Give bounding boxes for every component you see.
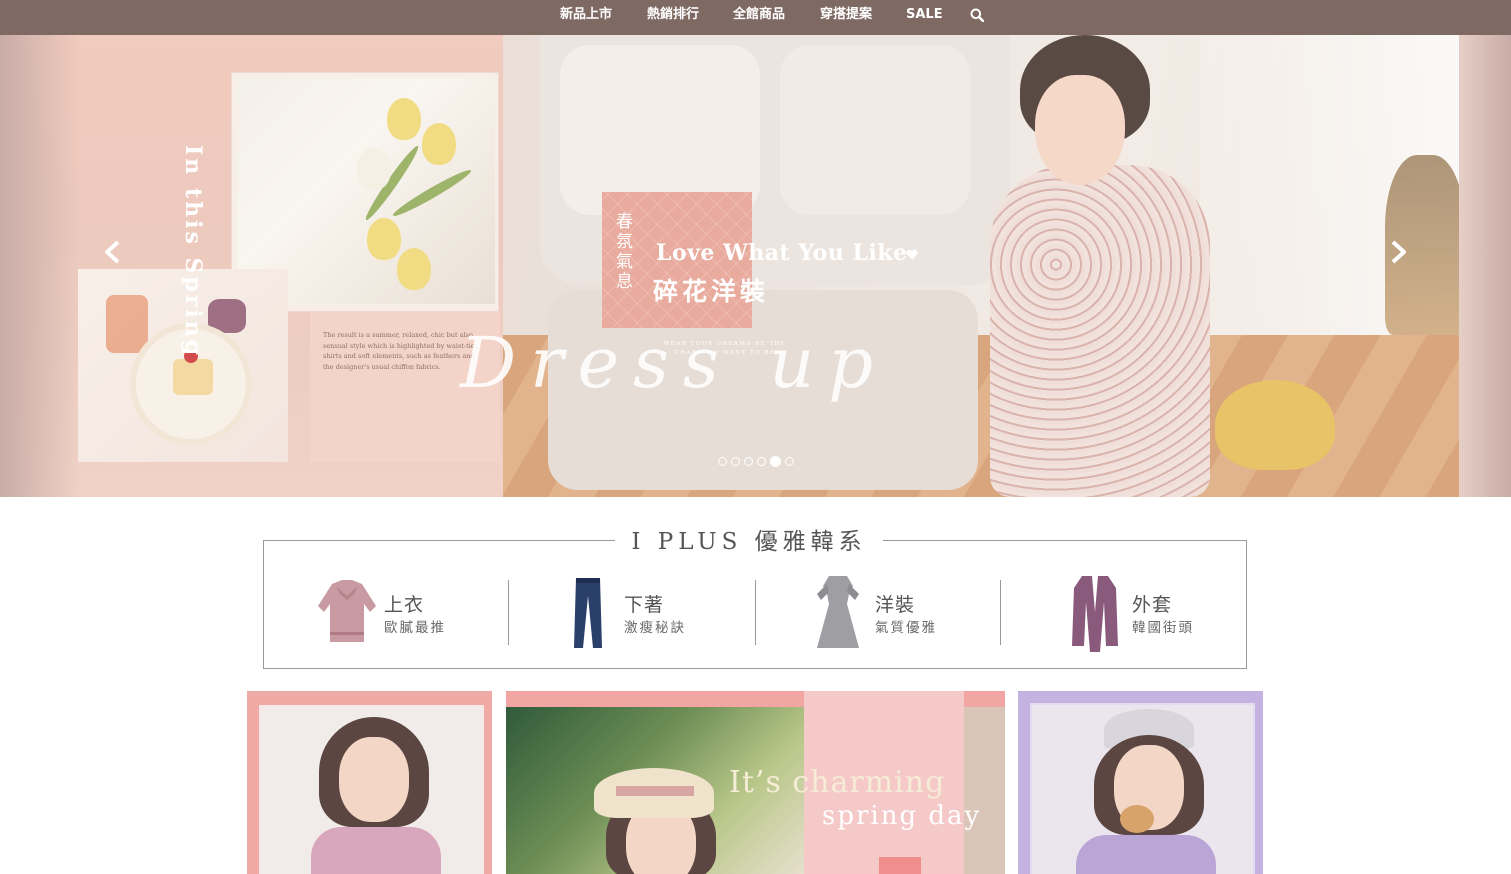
search-icon[interactable] [970, 8, 984, 22]
chevron-right-icon[interactable] [1388, 240, 1408, 264]
promo-center-accent [879, 857, 921, 874]
category-tops[interactable]: 上衣 歐膩最推 [312, 570, 472, 652]
category-bottoms-sub: 激瘦秘訣 [624, 620, 686, 636]
cardigan-icon [1072, 576, 1118, 652]
promo-left-photo [259, 705, 484, 874]
promo-card-right[interactable] [1018, 691, 1263, 874]
nav-menu: 新品上市 熱銷排行 全館商品 穿搭提案 SALE [0, 0, 1511, 35]
nav-item-best-sellers[interactable]: 熱銷排行 [647, 0, 699, 35]
category-dresses-sub: 氣質優雅 [875, 620, 937, 636]
category-outerwear-sub: 韓國街頭 [1132, 620, 1194, 636]
category-bottoms[interactable]: 下著 激瘦秘訣 [552, 570, 712, 652]
nav-item-sale[interactable]: SALE [906, 0, 943, 35]
hero-vertical-title: In this Spring [180, 145, 206, 359]
hero-headline: Love What You Like [656, 240, 908, 266]
carousel-dot-4[interactable] [757, 457, 766, 466]
hero-script-text: Dress up [460, 322, 887, 404]
promo-center-line1: It’s charming [729, 765, 946, 800]
dress-icon [817, 576, 859, 648]
category-dresses[interactable]: 洋裝 氣質優雅 [803, 570, 963, 652]
hero-subheadline: 碎花洋裝 [653, 277, 770, 306]
category-tops-name: 上衣 [384, 594, 425, 616]
category-section-title: I PLUS 優雅韓系 [615, 526, 883, 558]
top-navigation-bar: 新品上市 熱銷排行 全館商品 穿搭提案 SALE [0, 0, 1511, 35]
blouse-icon [318, 580, 376, 642]
nav-item-outfit-ideas[interactable]: 穿搭提案 [820, 0, 872, 35]
promo-right-photo [1030, 703, 1255, 874]
heart-icon [906, 249, 918, 260]
chevron-left-icon[interactable] [103, 240, 123, 264]
bag-image [1215, 380, 1335, 470]
carousel-dot-1[interactable] [718, 457, 727, 466]
category-bottoms-name: 下著 [624, 594, 665, 616]
nav-item-all-products[interactable]: 全館商品 [733, 0, 785, 35]
hero-blurb: The result is a summer, relaxed, chic bu… [323, 331, 479, 371]
promo-card-left[interactable] [247, 691, 492, 874]
category-outerwear-name: 外套 [1132, 594, 1173, 616]
model-image [990, 165, 1210, 497]
carousel-dot-2[interactable] [731, 457, 740, 466]
category-tops-sub: 歐膩最推 [384, 620, 446, 636]
carousel-dot-5[interactable] [770, 456, 781, 467]
jeans-icon [574, 578, 602, 648]
category-dresses-name: 洋裝 [875, 594, 916, 616]
carousel-dot-6[interactable] [785, 457, 794, 466]
hero-label-vertical: 春氛氣息 [612, 212, 632, 292]
promo-center-line2: spring day [822, 801, 982, 831]
category-outerwear[interactable]: 外套 韓國街頭 [1060, 570, 1220, 652]
carousel-dot-3[interactable] [744, 457, 753, 466]
nav-item-new-arrivals[interactable]: 新品上市 [560, 0, 612, 35]
